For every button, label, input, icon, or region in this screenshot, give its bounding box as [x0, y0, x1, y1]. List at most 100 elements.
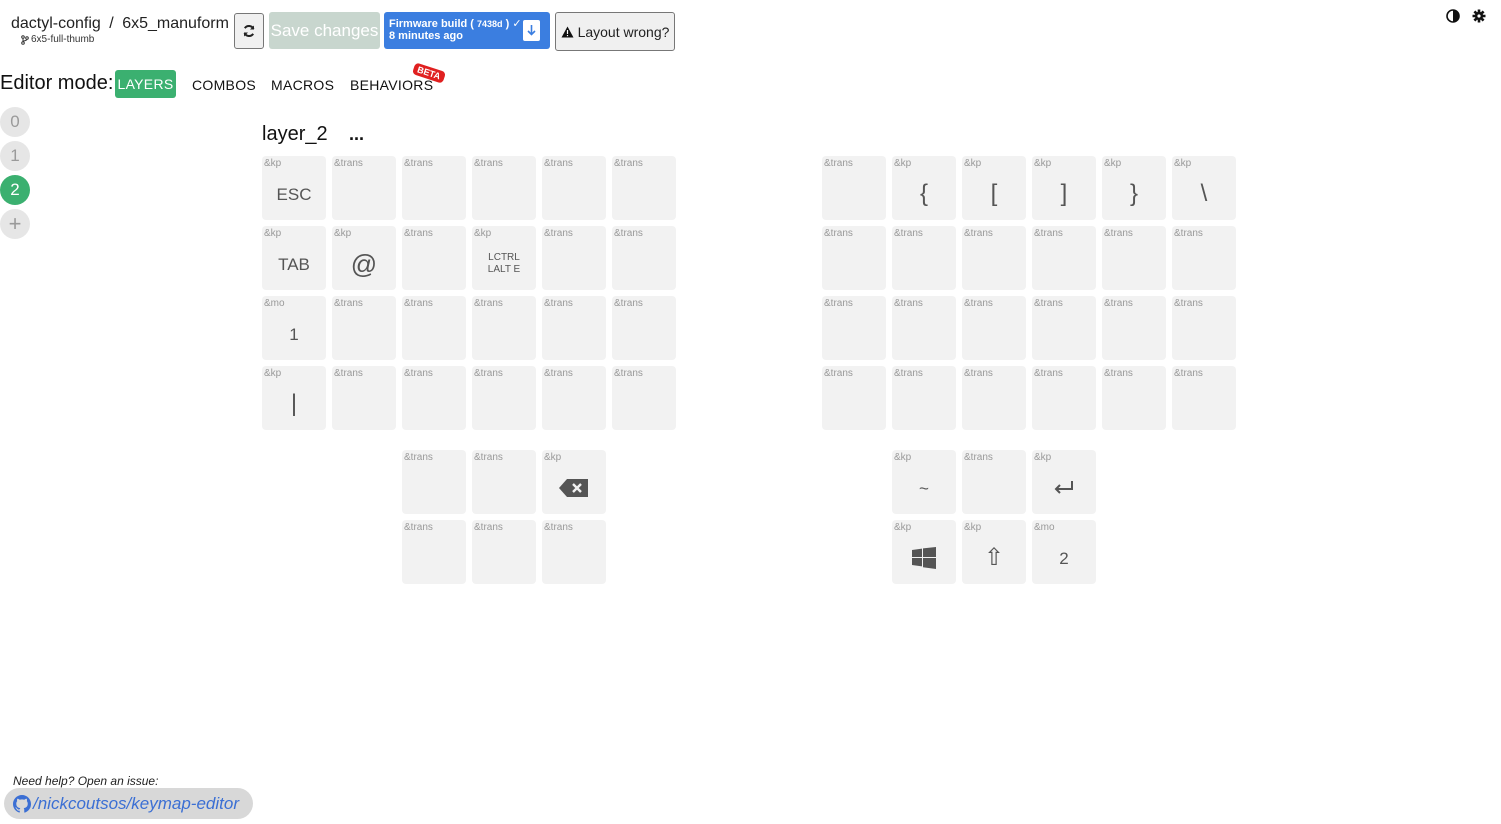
key-label[interactable] [472, 542, 536, 574]
key[interactable]: &trans [1172, 366, 1236, 430]
key-behavior[interactable]: &kp [1034, 158, 1051, 169]
key-label[interactable] [542, 388, 606, 420]
key-behavior[interactable]: &kp [474, 228, 491, 239]
key-behavior[interactable]: &trans [404, 158, 433, 169]
tab-behaviors[interactable]: BEHAVIORS [350, 77, 433, 93]
key[interactable]: &trans [612, 156, 676, 220]
key[interactable]: &kp \ [1172, 156, 1236, 220]
windows-icon[interactable] [892, 542, 956, 574]
key-label[interactable]: | [262, 388, 326, 420]
key[interactable]: &trans [472, 156, 536, 220]
key-behavior[interactable]: &trans [1174, 298, 1203, 309]
key[interactable]: &trans [892, 226, 956, 290]
key[interactable]: &kp TAB [262, 226, 326, 290]
key[interactable]: &kp [ [962, 156, 1026, 220]
key[interactable]: &trans [332, 296, 396, 360]
key[interactable]: &trans [962, 450, 1026, 514]
key[interactable]: &trans [472, 450, 536, 514]
key[interactable]: &trans [402, 226, 466, 290]
key-label[interactable]: 1 [262, 318, 326, 350]
key-behavior[interactable]: &trans [1034, 368, 1063, 379]
key-behavior[interactable]: &mo [1034, 522, 1055, 533]
key-label[interactable] [612, 318, 676, 350]
key-behavior[interactable]: &trans [1174, 228, 1203, 239]
key[interactable]: &trans [542, 226, 606, 290]
key-behavior[interactable]: &trans [544, 298, 573, 309]
key-behavior[interactable]: &kp [894, 452, 911, 463]
key-behavior[interactable]: &kp [894, 158, 911, 169]
key-label[interactable]: LCTRL LALT E [472, 248, 536, 280]
key-label[interactable] [472, 472, 536, 504]
key[interactable]: &kp ~ [892, 450, 956, 514]
key[interactable]: &kp { [892, 156, 956, 220]
key[interactable]: &trans [822, 366, 886, 430]
key-label[interactable] [472, 388, 536, 420]
key-label[interactable]: \ [1172, 178, 1236, 210]
key-label[interactable]: ESC [262, 178, 326, 210]
key[interactable]: &trans [612, 226, 676, 290]
key[interactable]: &trans [332, 366, 396, 430]
enter-icon[interactable] [1032, 472, 1096, 504]
key-label[interactable] [962, 388, 1026, 420]
key[interactable]: &trans [472, 366, 536, 430]
key[interactable]: &trans [402, 366, 466, 430]
key[interactable]: &trans [542, 296, 606, 360]
layer-item-2[interactable]: 2 [0, 175, 30, 205]
key-behavior[interactable]: &trans [544, 522, 573, 533]
key-behavior[interactable]: &trans [824, 228, 853, 239]
key-behavior[interactable]: &trans [474, 158, 503, 169]
key-label[interactable] [402, 178, 466, 210]
key-behavior[interactable]: &trans [964, 298, 993, 309]
tab-macros[interactable]: MACROS [271, 77, 334, 93]
key[interactable]: &kp] [1032, 156, 1096, 220]
key-behavior[interactable]: &trans [824, 368, 853, 379]
key-behavior[interactable]: &trans [614, 368, 643, 379]
key[interactable]: &trans [962, 296, 1026, 360]
save-changes-button[interactable]: Save changes [269, 12, 380, 49]
key-behavior[interactable]: &trans [824, 298, 853, 309]
key[interactable]: &trans [1032, 366, 1096, 430]
key-label[interactable] [542, 318, 606, 350]
key-label[interactable] [332, 178, 396, 210]
key[interactable]: &trans [472, 520, 536, 584]
key-label[interactable] [402, 388, 466, 420]
key-behavior[interactable]: &trans [894, 368, 923, 379]
key[interactable]: &trans [542, 156, 606, 220]
key-behavior[interactable]: &kp [334, 228, 351, 239]
key[interactable]: &trans [1032, 226, 1096, 290]
theme-toggle-icon[interactable] [1446, 9, 1460, 23]
key-behavior[interactable]: &kp [264, 368, 281, 379]
firmware-build-button[interactable]: Firmware build ( 7438d ) ✓ 8 minutes ago [384, 12, 550, 49]
key-label[interactable] [542, 248, 606, 280]
key[interactable]: &trans [962, 366, 1026, 430]
key-behavior[interactable]: &trans [474, 452, 503, 463]
key[interactable]: &trans [1172, 296, 1236, 360]
key-behavior[interactable]: &trans [474, 298, 503, 309]
key-behavior[interactable]: &kp [964, 158, 981, 169]
key-behavior[interactable]: &kp [964, 522, 981, 533]
key-label[interactable] [962, 472, 1026, 504]
key-behavior[interactable]: &trans [544, 368, 573, 379]
key[interactable]: &trans [1102, 296, 1166, 360]
key-label[interactable] [892, 388, 956, 420]
key-label[interactable] [402, 542, 466, 574]
key[interactable]: &trans [1102, 226, 1166, 290]
key-behavior[interactable]: &kp [544, 452, 561, 463]
key-behavior[interactable]: &trans [544, 158, 573, 169]
key-label[interactable]: ~ [892, 472, 956, 504]
key-behavior[interactable]: &kp [264, 158, 281, 169]
key-behavior[interactable]: &trans [474, 522, 503, 533]
key-label[interactable]: 2 [1032, 542, 1096, 574]
key[interactable]: &trans [402, 156, 466, 220]
key-label[interactable] [1102, 318, 1166, 350]
key-behavior[interactable]: &trans [964, 228, 993, 239]
key[interactable]: &trans [612, 366, 676, 430]
layer-item-1[interactable]: 1 [0, 141, 30, 171]
key[interactable]: &trans [962, 226, 1026, 290]
key-behavior[interactable]: &trans [614, 298, 643, 309]
key-label[interactable] [822, 388, 886, 420]
key[interactable]: &trans [402, 296, 466, 360]
key-label[interactable] [1032, 318, 1096, 350]
key-label[interactable]: ⇧ [962, 542, 1026, 574]
key-behavior[interactable]: &trans [404, 368, 433, 379]
